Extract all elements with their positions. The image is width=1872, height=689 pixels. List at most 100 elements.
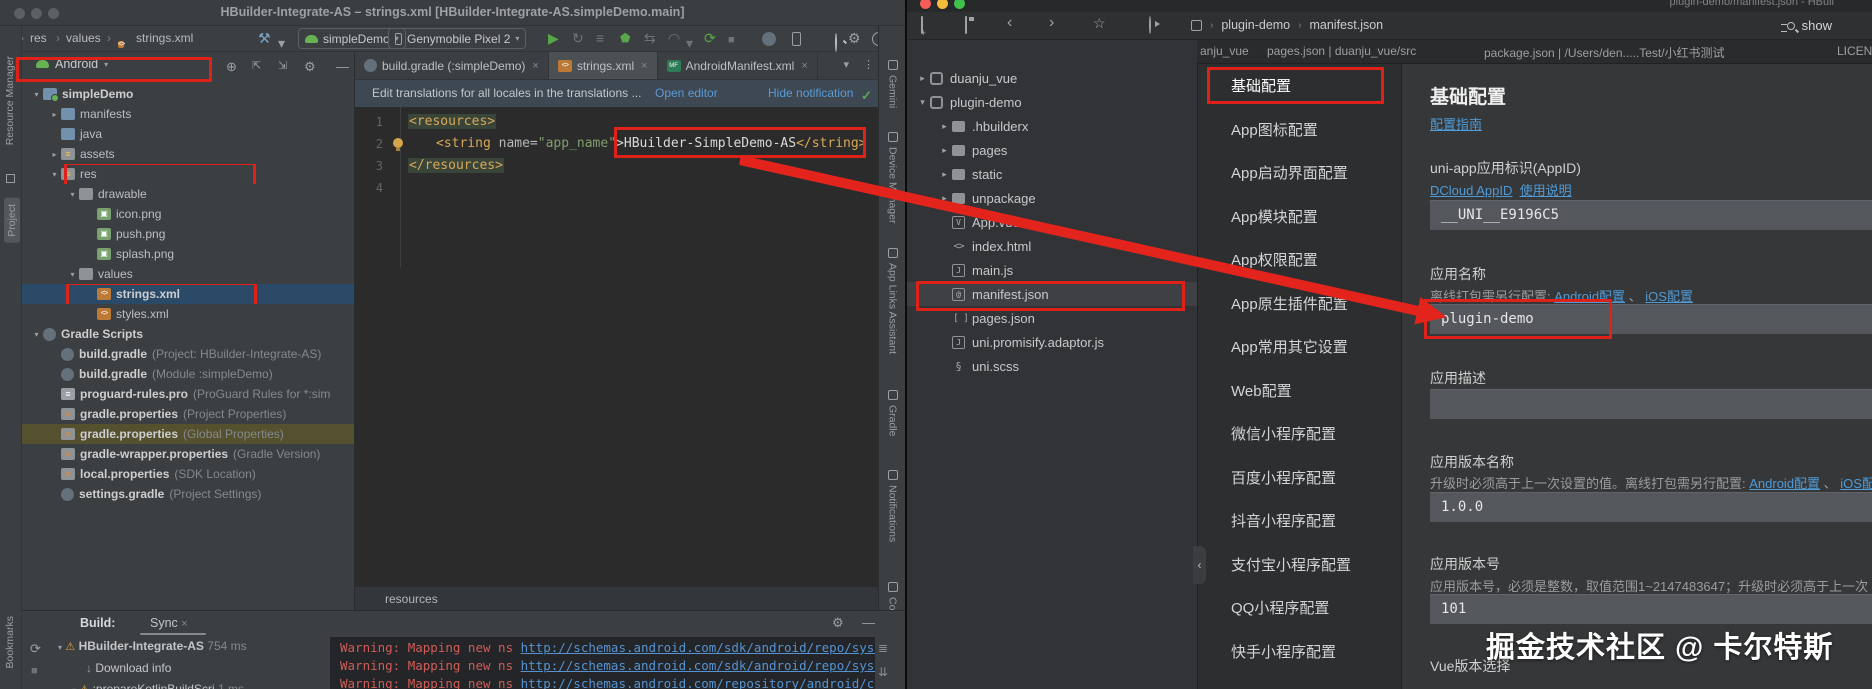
build-child-row[interactable]: ↓ Download info <box>86 661 171 675</box>
chevron-icon[interactable] <box>30 330 43 339</box>
config-nav-item[interactable]: App启动界面配置 <box>1198 151 1401 195</box>
tree-item[interactable]: gradle-wrapper.properties (Gradle Versio… <box>22 444 354 464</box>
ios-config-link[interactable]: iOS配置 <box>1840 476 1872 491</box>
show-console-button[interactable]: show <box>1780 18 1832 33</box>
back-icon[interactable]: ‹ <box>1007 14 1012 32</box>
breadcrumb-segment[interactable]: res <box>30 31 47 45</box>
tree-item[interactable]: java <box>22 124 354 144</box>
tree-item[interactable]: res <box>22 164 354 184</box>
tree-item[interactable]: gradle.properties (Global Properties) <box>22 424 354 444</box>
hide-panel-icon[interactable]: — <box>336 59 349 74</box>
settings-gear-icon[interactable]: ⚙ <box>848 30 861 47</box>
hide-build-panel-icon[interactable]: — <box>862 615 875 630</box>
warning-url-link[interactable]: http://schemas.android.com/sdk/android/r… <box>521 640 875 655</box>
open-editor-link[interactable]: Open editor <box>655 80 718 107</box>
breadcrumb-resources[interactable]: resources <box>385 587 438 610</box>
tree-item[interactable]: splash.png <box>22 244 354 264</box>
stop-icon[interactable]: ■ <box>728 32 735 49</box>
config-guide-link[interactable]: 配置指南 <box>1430 117 1482 132</box>
apply-changes-icon[interactable]: ⟳ <box>704 30 716 47</box>
build-sync-tab[interactable]: Sync × <box>150 616 188 630</box>
tree-item[interactable]: push.png <box>22 224 354 244</box>
chevron-down-icon[interactable]: ▾ <box>843 58 849 71</box>
tree-item[interactable]: pages.json <box>907 306 1197 330</box>
usage-doc-link[interactable]: 使用说明 <box>1520 183 1572 198</box>
config-nav-item[interactable]: 百度小程序配置 <box>1198 456 1401 500</box>
close-tab-icon[interactable]: × <box>532 60 538 72</box>
panel-settings-gear-icon[interactable]: ⚙ <box>304 59 316 75</box>
tree-item[interactable]: proguard-rules.pro (ProGuard Rules for *… <box>22 384 354 404</box>
tree-item[interactable]: settings.gradle (Project Settings) <box>22 484 354 504</box>
config-nav-item[interactable]: App常用其它设置 <box>1198 325 1401 369</box>
minimize-window-icon[interactable] <box>937 0 948 9</box>
hx-tab[interactable]: LICEN <box>1837 44 1872 58</box>
intention-bulb-icon[interactable] <box>393 138 403 151</box>
tree-item[interactable]: manifests <box>22 104 354 124</box>
attach-debugger-icon[interactable]: ⇆ <box>644 30 656 47</box>
config-nav-item[interactable]: 基础配置 <box>1198 64 1401 108</box>
hide-notification-link[interactable]: Hide notification <box>768 80 853 107</box>
breadcrumb-project[interactable]: plugin-demo <box>1221 18 1290 32</box>
config-nav-item[interactable]: Web配置 <box>1198 369 1401 413</box>
tool-bookmarks[interactable]: Bookmarks <box>4 616 16 669</box>
hx-tab[interactable]: anju_vue <box>1200 44 1249 58</box>
config-nav-item[interactable]: App模块配置 <box>1198 195 1401 239</box>
debug-bug-icon[interactable]: ⬟ <box>620 30 630 47</box>
version-code-input[interactable]: 101 <box>1430 594 1872 624</box>
close-tab-icon[interactable]: × <box>181 618 187 630</box>
chevron-icon[interactable] <box>48 150 61 159</box>
chevron-down-icon[interactable]: ▾ <box>58 643 62 652</box>
right-tool-item[interactable]: App Links Assistant <box>879 248 905 354</box>
tree-item[interactable]: values <box>22 264 354 284</box>
inspection-ok-check-icon[interactable]: ✓ <box>861 88 872 104</box>
chevron-icon[interactable] <box>48 110 61 119</box>
app-desc-input[interactable] <box>1430 389 1872 419</box>
editor-tab[interactable]: strings.xml × <box>548 52 658 79</box>
tree-item[interactable]: drawable <box>22 184 354 204</box>
config-nav-item[interactable]: QQ小程序配置 <box>1198 586 1401 630</box>
tree-item[interactable]: styles.xml <box>22 304 354 324</box>
chevron-icon[interactable] <box>937 121 952 132</box>
collapse-all-icon[interactable]: ⇲ <box>278 59 287 72</box>
chevron-icon[interactable] <box>937 145 952 156</box>
chevron-icon[interactable] <box>915 97 930 108</box>
appid-input[interactable]: __UNI__E9196C5 <box>1430 200 1872 230</box>
breadcrumb-segment[interactable]: values <box>66 31 101 45</box>
dcloud-appid-link[interactable]: DCloud AppID <box>1430 183 1512 198</box>
build-settings-gear-icon[interactable]: ⚙ <box>832 615 844 631</box>
chevron-icon[interactable] <box>30 90 43 99</box>
config-nav-item[interactable]: App图标配置 <box>1198 108 1401 152</box>
tree-item[interactable]: pages <box>907 138 1197 162</box>
hx-tab[interactable]: package.json | /Users/den.....Test/小红书测试 <box>1484 44 1725 61</box>
tree-item[interactable]: duanju_vue <box>907 66 1197 90</box>
run-lines-icon[interactable]: ≡ <box>596 30 604 47</box>
build-refresh-icon[interactable]: ⟳ <box>30 641 41 657</box>
tree-item[interactable]: static <box>907 162 1197 186</box>
run-button[interactable]: ▶ <box>548 30 559 47</box>
android-config-link[interactable]: Android配置 <box>1749 476 1820 491</box>
chevron-icon[interactable] <box>937 169 952 180</box>
config-nav-item[interactable]: 快手小程序配置 <box>1198 630 1401 674</box>
maximize-window-icon[interactable] <box>954 0 965 9</box>
tree-item[interactable]: Gradle Scripts <box>22 324 354 344</box>
build-root-row[interactable]: ▾ ⚠ HBuilder-Integrate-AS 754 ms <box>58 639 247 653</box>
editor-tab[interactable]: build.gradle (:simpleDemo) × <box>355 52 549 79</box>
right-tool-item[interactable]: Gradle <box>879 390 905 437</box>
device-manager-icon[interactable] <box>792 32 801 46</box>
tree-item[interactable]: .hbuilderx <box>907 114 1197 138</box>
locate-file-icon[interactable]: ⊕ <box>226 59 237 75</box>
close-tab-icon[interactable]: × <box>801 60 807 72</box>
profiler-icon[interactable]: ◠ <box>668 30 680 47</box>
breadcrumb-segment[interactable]: strings.xml <box>136 31 193 45</box>
build-stop-icon[interactable]: ■ <box>31 665 38 677</box>
device-dropdown[interactable]: Genymobile Pixel 2 ▾ <box>388 28 527 49</box>
right-tool-item[interactable]: Gemini <box>879 60 905 108</box>
tree-item[interactable]: manifest.json <box>907 281 1197 311</box>
search-icon[interactable] <box>835 33 838 52</box>
tree-item[interactable]: main.js <box>907 258 1197 282</box>
version-name-input[interactable]: 1.0.0 <box>1430 492 1872 522</box>
hx-tab[interactable]: pages.json | duanju_vue/src <box>1267 44 1416 58</box>
config-nav-item[interactable]: 支付宝小程序配置 <box>1198 543 1401 587</box>
build-hammer-icon[interactable]: ⚒ <box>258 30 271 47</box>
console-scroll-icons[interactable]: ≣ ⇊ <box>878 641 888 679</box>
